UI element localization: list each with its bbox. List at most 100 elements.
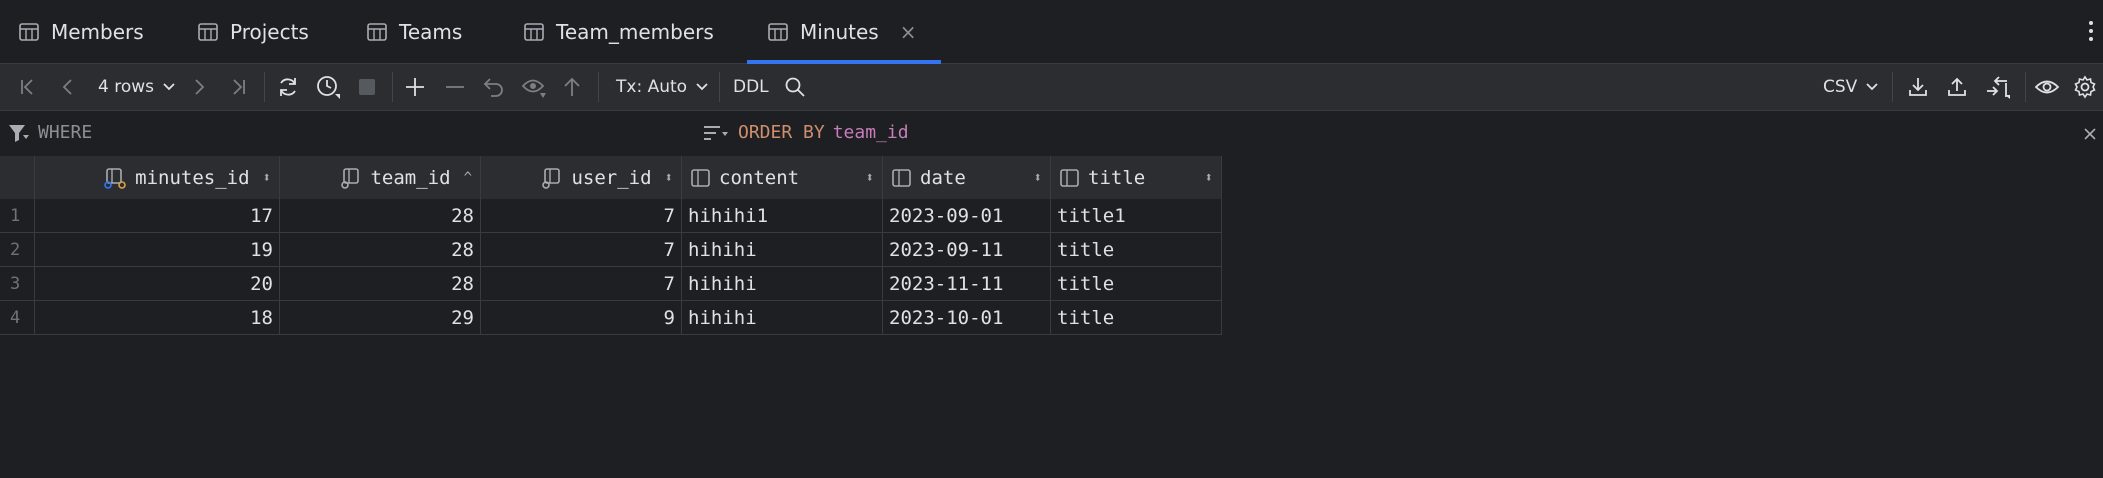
cell-user-id[interactable]: 7 [480,232,682,267]
cell-team-id[interactable]: 28 [279,232,481,267]
export-format-label: CSV [1823,77,1858,97]
sort-toggle-icon[interactable]: ⬍ [1034,170,1042,186]
download-icon[interactable] [1907,75,1929,99]
refresh-icon[interactable] [276,75,300,99]
cell-minutes-id[interactable]: 19 [34,232,280,267]
history-icon[interactable] [315,75,341,99]
revert-icon[interactable] [483,75,505,99]
editor-tab-bar: Members Projects Teams Team_members Minu… [0,0,2103,64]
table-row[interactable]: 1 17 28 7 hihihi1 2023-09-01 title1 [0,199,1222,233]
search-icon[interactable] [784,75,806,99]
toolbar-separator [1892,72,1893,102]
sort-toggle-icon[interactable]: ⬍ [665,170,673,186]
first-page-icon[interactable] [18,75,38,99]
table-row[interactable]: 3 20 28 7 hihihi 2023-11-11 title [0,266,1222,301]
tab-team-members[interactable]: Team_members [523,0,714,63]
data-table: minutes_id ⬍ team_id ^ user_id ⬍ content… [0,156,1222,335]
column-header-team-id[interactable]: team_id ^ [279,156,481,199]
close-icon[interactable]: × [900,20,917,44]
cell-title[interactable]: title1 [1050,199,1222,233]
tab-members[interactable]: Members [18,0,144,63]
tab-label: Members [51,19,144,44]
cell-date[interactable]: 2023-09-01 [882,199,1051,233]
cell-title[interactable]: title [1050,266,1222,301]
toolbar-separator [2025,72,2026,102]
rows-per-page-dropdown[interactable]: 4 rows [98,75,176,99]
table-icon [768,22,788,41]
rows-count-label: 4 rows [98,77,154,97]
settings-gear-icon[interactable] [2073,75,2097,99]
cell-date[interactable]: 2023-09-11 [882,232,1051,267]
order-by-input[interactable]: ORDER BY team_id [702,122,909,143]
last-page-icon[interactable] [228,75,248,99]
toolbar-separator [264,72,265,102]
cell-minutes-id[interactable]: 20 [34,266,280,301]
header-row: minutes_id ⬍ team_id ^ user_id ⬍ content… [0,156,1222,199]
ddl-label: DDL [733,77,769,97]
sort-toggle-icon[interactable]: ⬍ [263,170,271,186]
sort-toggle-icon[interactable]: ⬍ [1205,170,1213,186]
sort-ascending-icon[interactable]: ^ [464,170,472,186]
column-icon [892,168,911,187]
column-icon [1060,168,1079,187]
toolbar-separator [598,72,599,102]
table-row[interactable]: 2 19 28 7 hihihi 2023-09-11 title [0,232,1222,267]
view-eye-icon[interactable] [2034,75,2060,99]
foreign-key-column-icon [542,167,561,189]
cell-title[interactable]: title [1050,232,1222,267]
row-number: 4 [0,300,35,335]
cell-content[interactable]: hihihi [681,232,883,267]
delete-row-icon[interactable] [444,75,466,99]
cell-date[interactable]: 2023-11-11 [882,266,1051,301]
upload-icon[interactable] [1946,75,1968,99]
previous-page-icon[interactable] [58,75,78,99]
data-toolbar: 4 rows Tx: Auto DDL CSV [0,64,2103,111]
ddl-button[interactable]: DDL [733,75,769,99]
add-row-icon[interactable] [404,75,426,99]
row-number: 2 [0,232,35,267]
tab-minutes[interactable]: Minutes × [747,0,940,64]
column-header-title[interactable]: title ⬍ [1050,156,1222,199]
table-row[interactable]: 4 18 29 9 hihihi 2023-10-01 title [0,300,1222,335]
compare-icon[interactable] [1985,75,2011,99]
stop-icon[interactable] [357,75,377,99]
cell-date[interactable]: 2023-10-01 [882,300,1051,335]
tab-label: Teams [399,19,463,44]
where-filter-input[interactable]: WHERE [8,122,92,143]
toolbar-separator [719,72,720,102]
column-header-date[interactable]: date ⬍ [882,156,1051,199]
export-format-dropdown[interactable]: CSV [1823,75,1879,99]
close-icon[interactable] [2083,127,2097,141]
tab-label: Team_members [556,19,714,44]
view-changes-icon[interactable] [521,75,547,99]
table-icon [19,22,39,41]
result-grid: minutes_id ⬍ team_id ^ user_id ⬍ content… [0,156,1222,335]
cell-team-id[interactable]: 29 [279,300,481,335]
cell-content[interactable]: hihihi [681,300,883,335]
cell-user-id[interactable]: 7 [480,266,682,301]
cell-minutes-id[interactable]: 18 [34,300,280,335]
cell-minutes-id[interactable]: 17 [34,199,280,233]
next-page-icon[interactable] [189,75,209,99]
column-header-user-id[interactable]: user_id ⬍ [480,156,682,199]
column-label: minutes_id [135,166,250,189]
cell-content[interactable]: hihihi1 [681,199,883,233]
submit-icon[interactable] [562,75,582,99]
foreign-key-column-icon [341,167,360,189]
table-icon [524,22,544,41]
cell-content[interactable]: hihihi [681,266,883,301]
tab-projects[interactable]: Projects [197,0,309,63]
transaction-mode-dropdown[interactable]: Tx: Auto [616,75,709,99]
column-header-content[interactable]: content ⬍ [681,156,883,199]
cell-team-id[interactable]: 28 [279,266,481,301]
column-icon [691,168,710,187]
table-icon [367,22,387,41]
cell-user-id[interactable]: 7 [480,199,682,233]
column-header-minutes-id[interactable]: minutes_id ⬍ [34,156,280,199]
sort-toggle-icon[interactable]: ⬍ [866,170,874,186]
cell-user-id[interactable]: 9 [480,300,682,335]
tab-teams[interactable]: Teams [366,0,462,63]
cell-team-id[interactable]: 28 [279,199,481,233]
cell-title[interactable]: title [1050,300,1222,335]
more-options-icon[interactable] [2087,19,2095,43]
